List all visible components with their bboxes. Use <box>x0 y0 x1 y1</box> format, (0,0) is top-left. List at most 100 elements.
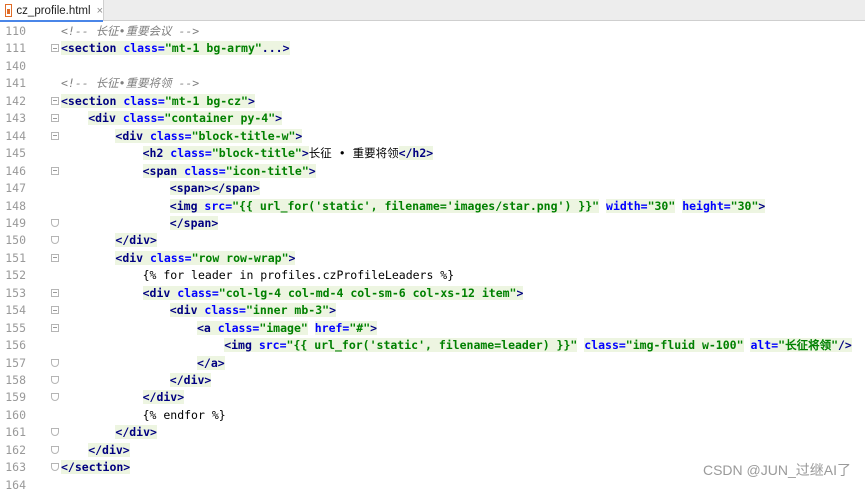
code-token: "mt-1 bg-army" <box>164 41 262 56</box>
code-text: </span> <box>169 215 219 232</box>
line-number: 164 <box>5 477 26 492</box>
code-token: <!-- 长征•重要会议 --> <box>61 24 200 38</box>
code-line[interactable]: 155 <a class="image" href="#"> <box>0 320 865 337</box>
close-tab-icon[interactable]: × <box>97 5 103 17</box>
fold-collapse-icon[interactable] <box>51 306 59 315</box>
fold-end-icon[interactable] <box>51 218 59 227</box>
code-token: class= <box>584 338 626 353</box>
code-line[interactable]: 146 <span class="icon-title"> <box>0 163 865 180</box>
code-token: /> <box>838 338 852 353</box>
code-line[interactable]: 162 </div> <box>0 442 865 459</box>
code-line[interactable]: 149 </span> <box>0 215 865 232</box>
code-token: "长征将领" <box>778 338 838 353</box>
code-editor[interactable]: 110 <!-- 长征•重要会议 --> 111 <section class="mt… <box>0 22 865 492</box>
code-line[interactable]: 153 <div class="col-lg-4 col-md-4 col-sm-… <box>0 285 865 302</box>
code-token: class= <box>177 285 219 300</box>
code-line[interactable]: 142 <section class="mt-1 bg-cz"> <box>0 93 865 110</box>
html-file-icon <box>5 4 13 17</box>
code-line[interactable]: 110 <!-- 长征•重要会议 --> <box>0 23 865 40</box>
code-token: "icon-title" <box>225 163 309 178</box>
code-token: class= <box>217 320 260 335</box>
code-line[interactable]: 144 <div class="block-title-w"> <box>0 128 865 145</box>
code-line[interactable]: 159 </div> <box>0 389 865 406</box>
code-token: <a <box>197 320 218 335</box>
code-line[interactable]: 148 <img src="{{ url_for('static', filena… <box>0 198 865 215</box>
fold-collapse-icon[interactable] <box>51 96 59 105</box>
code-token: </div> <box>88 442 130 457</box>
code-line[interactable]: 158 </div> <box>0 372 865 389</box>
code-token: 长征 • 重要将领 <box>308 146 399 161</box>
code-token: > <box>516 285 524 300</box>
code-line[interactable]: 147 <span></span> <box>0 180 865 197</box>
code-text: <span class="icon-title"> <box>142 163 316 180</box>
code-token: > <box>288 250 296 265</box>
code-token: > <box>370 320 378 335</box>
code-token: "block-title" <box>211 146 302 161</box>
code-token: </div> <box>115 233 157 248</box>
line-number: 150 <box>5 233 26 248</box>
code-token: width= <box>606 198 648 213</box>
file-tab[interactable]: cz_profile.html × <box>0 0 104 22</box>
line-number: 162 <box>5 442 26 457</box>
code-token: <div <box>115 250 151 265</box>
fold-end-icon[interactable] <box>51 358 59 367</box>
code-line[interactable]: 157 </a> <box>0 355 865 372</box>
code-line[interactable]: 145 <h2 class="block-title">长征 • 重要将领</h2… <box>0 145 865 162</box>
code-token: ...> <box>261 41 290 56</box>
fold-end-icon[interactable] <box>51 236 59 245</box>
code-line[interactable]: 151 <div class="row row-wrap"> <box>0 250 865 267</box>
code-text: <div class="container py-4"> <box>88 110 283 127</box>
fold-collapse-icon[interactable] <box>51 253 59 262</box>
code-token: "{{ url_for('static', filename=leader) }… <box>286 338 578 353</box>
code-token: <img <box>169 198 205 213</box>
code-line[interactable]: 156 <img src="{{ url_for('static', filena… <box>0 337 865 354</box>
code-token: </h2> <box>398 146 434 161</box>
line-number: 155 <box>5 320 26 335</box>
code-token: class= <box>170 146 212 161</box>
fold-end-icon[interactable] <box>51 445 59 454</box>
code-token: > <box>329 303 336 318</box>
code-line[interactable]: 154 <div class="inner mb-3"> <box>0 302 865 319</box>
line-number: 110 <box>5 24 26 38</box>
code-text: </section> <box>61 459 131 476</box>
code-line[interactable]: 152 {% for leader in profiles.czProfileLe… <box>0 267 865 284</box>
code-line[interactable]: 111 <section class="mt-1 bg-army"...> <box>0 40 865 57</box>
fold-collapse-icon[interactable] <box>51 323 59 332</box>
code-token: </a> <box>197 355 225 370</box>
code-line[interactable]: 141 <!-- 长征•重要将领 --> <box>0 75 865 92</box>
line-number: 146 <box>5 163 26 178</box>
fold-end-icon[interactable] <box>51 376 59 384</box>
fold-end-icon[interactable] <box>51 393 59 402</box>
code-token: > <box>247 93 255 108</box>
fold-end-icon[interactable] <box>51 463 59 472</box>
code-line[interactable]: 150 </div> <box>0 232 865 249</box>
code-token: </section> <box>61 460 131 475</box>
line-number: 151 <box>5 250 26 265</box>
line-number: 163 <box>5 460 26 475</box>
code-token: <section <box>61 93 124 108</box>
line-number: 160 <box>5 407 26 422</box>
code-token: "col-lg-4 col-md-4 col-sm-6 col-xs-12 it… <box>218 285 517 300</box>
fold-expand-icon[interactable] <box>51 44 59 53</box>
fold-end-icon[interactable] <box>51 428 59 437</box>
code-text: <span></span> <box>169 180 260 197</box>
code-text: <section class="mt-1 bg-army"...> <box>61 40 290 57</box>
code-token: {% for leader in profiles.czProfileLeade… <box>142 268 455 283</box>
fold-collapse-icon[interactable] <box>51 114 59 123</box>
code-token: "{{ url_for('static', filename='images/s… <box>232 198 600 213</box>
line-number: 156 <box>5 338 26 353</box>
fold-collapse-icon[interactable] <box>51 288 59 297</box>
code-line[interactable]: 140 <box>0 58 865 75</box>
code-line[interactable]: 160 {% endfor %} <box>0 407 865 424</box>
code-text: </a> <box>197 355 225 372</box>
line-number: 157 <box>5 355 26 370</box>
fold-collapse-icon[interactable] <box>51 131 59 140</box>
fold-collapse-icon[interactable] <box>51 166 59 175</box>
code-line[interactable]: 143 <div class="container py-4"> <box>0 110 865 127</box>
line-number: 152 <box>5 268 26 283</box>
line-number: 159 <box>5 390 26 405</box>
code-line[interactable]: 161 </div> <box>0 424 865 441</box>
code-token: <div <box>88 111 123 126</box>
code-text: </div> <box>169 372 212 389</box>
